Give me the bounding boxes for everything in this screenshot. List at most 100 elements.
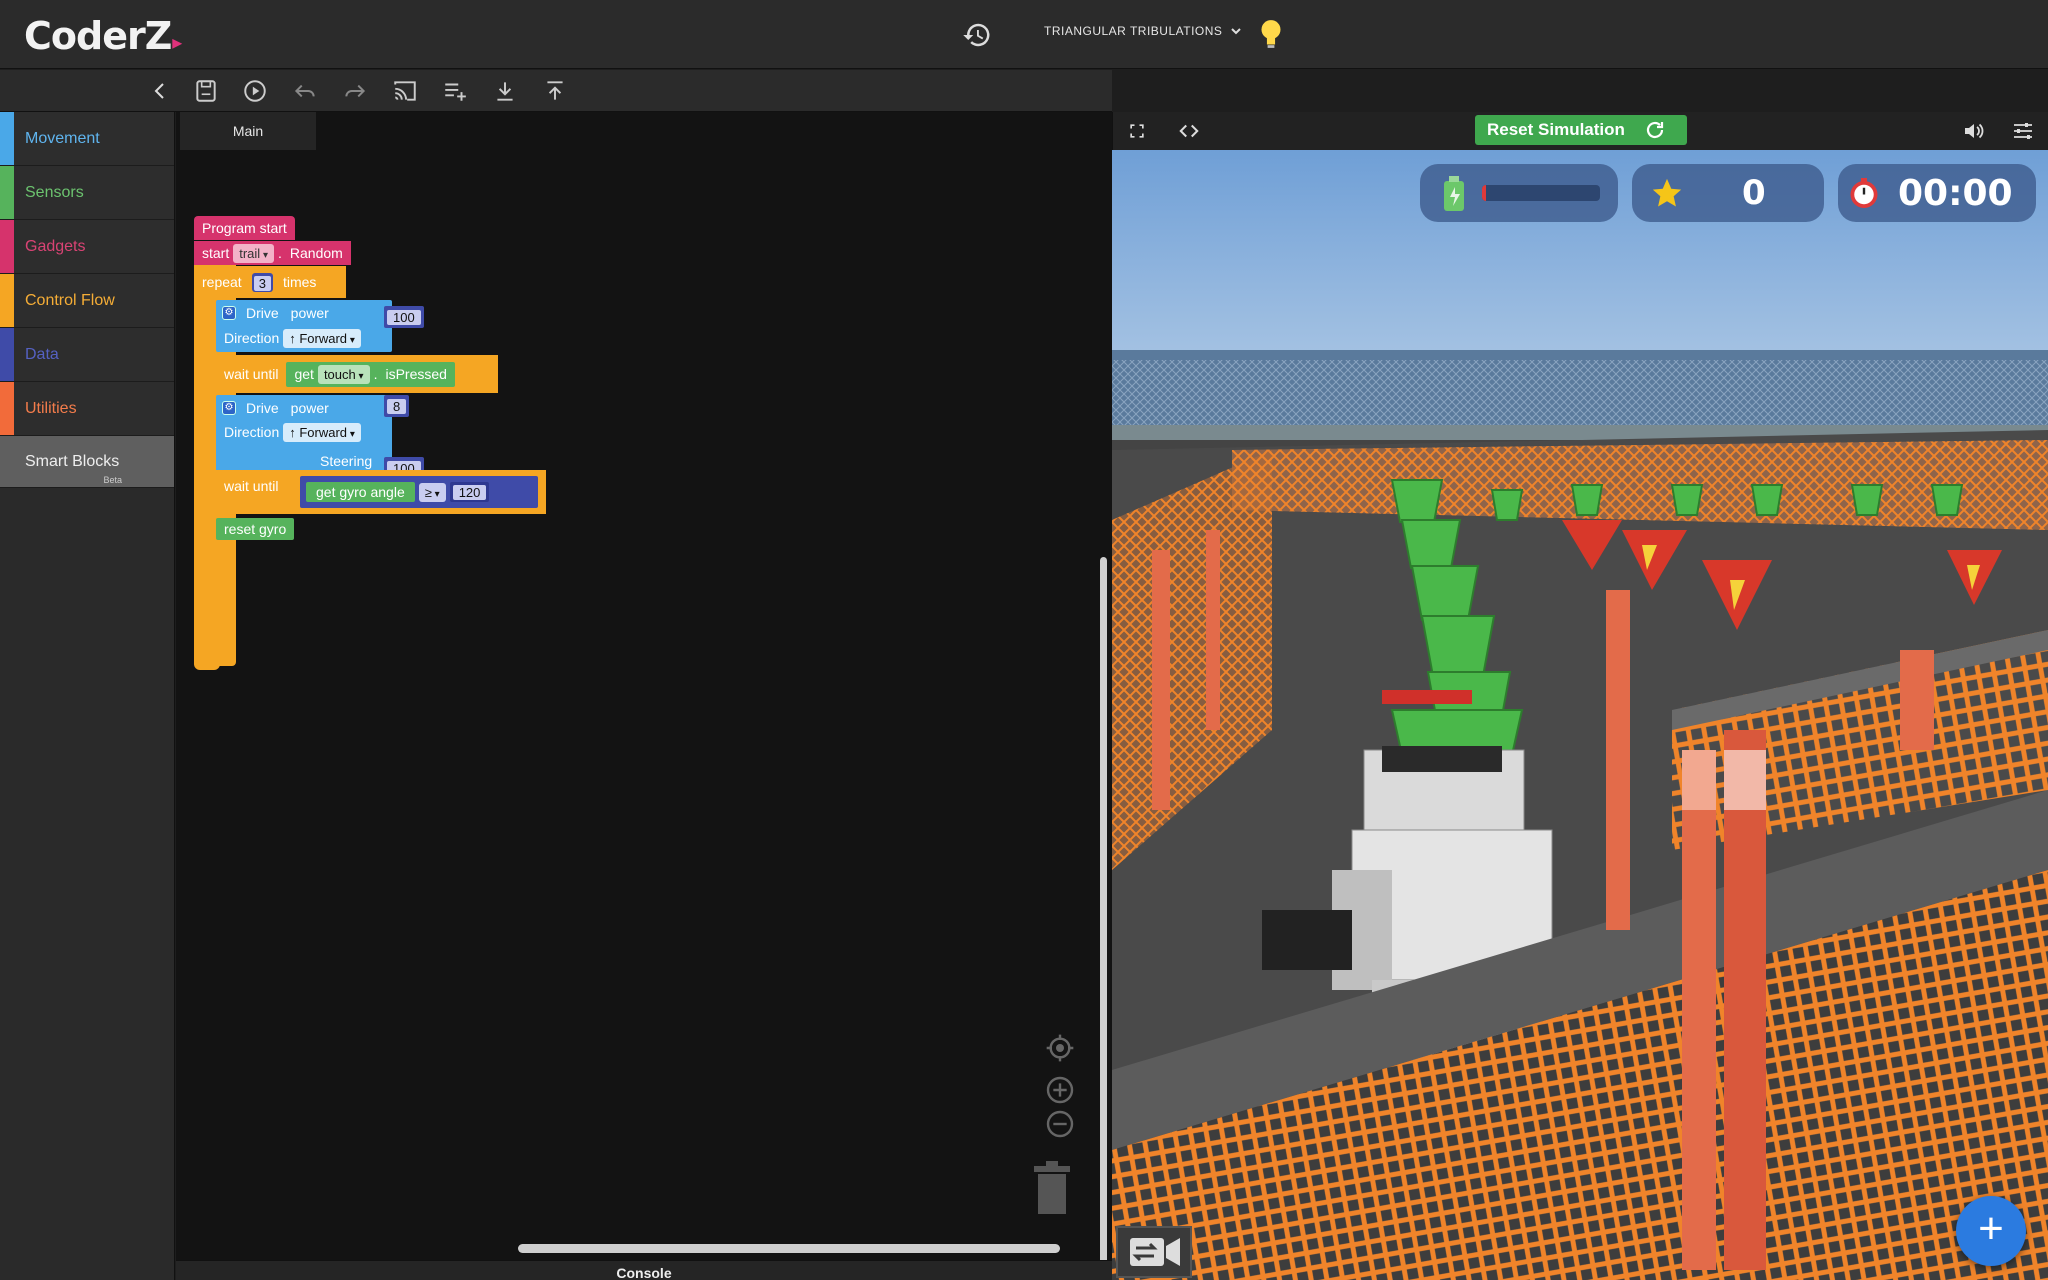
add-list-icon[interactable] [442, 78, 468, 104]
get-touch-block[interactable]: get touch . isPressed [286, 361, 455, 387]
trail-dropdown[interactable]: trail [233, 243, 274, 263]
zoom-in-icon[interactable] [1044, 1074, 1076, 1106]
compare-block[interactable]: get gyro angle ≥ 120 [300, 476, 538, 508]
drive-block-2[interactable]: ⚙ Drive power Direction ↑ Forward Steeri… [216, 395, 392, 479]
sidebar-item-label: Gadgets [25, 237, 86, 255]
history-icon[interactable] [962, 20, 992, 50]
power-input[interactable]: 100 [387, 309, 421, 325]
gear-icon: ⚙ [222, 306, 236, 320]
tab-label: Main [232, 123, 264, 139]
sidebar-item-sensors[interactable]: Sensors [0, 166, 174, 220]
block-label: power [290, 305, 329, 321]
block-label: start [202, 245, 230, 261]
program-start-block[interactable]: Program start [194, 216, 295, 240]
sidebar-item-data[interactable]: Data [0, 328, 174, 382]
mission-dropdown[interactable]: TRIANGULAR TRIBULATIONS [1044, 24, 1242, 38]
block-label: Program start [202, 220, 287, 236]
cast-icon[interactable] [392, 78, 418, 104]
recenter-icon[interactable] [1044, 1032, 1076, 1064]
sidebar-item-label: Control Flow [25, 291, 115, 309]
simulation-viewport[interactable]: 0 00:00 [1112, 150, 2048, 1280]
editor-toolbar [0, 70, 1112, 112]
save-icon[interactable] [193, 78, 219, 104]
fullscreen-icon[interactable] [1127, 121, 1147, 141]
stopwatch-icon [1850, 178, 1878, 208]
horizontal-scrollbar[interactable] [518, 1244, 1060, 1253]
repeat-count-wrap: 3 [251, 272, 273, 292]
sidebar-item-label: Smart Blocks [25, 452, 120, 470]
sidebar-item-control-flow[interactable]: Control Flow [0, 274, 174, 328]
camera-switch-icon [1130, 1238, 1180, 1266]
gyro-threshold-input[interactable]: 120 [452, 485, 487, 500]
sidebar-item-label: Utilities [25, 399, 77, 417]
block-workspace[interactable]: Program start start trail . Random repea… [176, 112, 1112, 1280]
volume-icon[interactable] [1961, 119, 1985, 143]
star-icon [1652, 178, 1682, 207]
lightbulb-icon[interactable] [1254, 16, 1288, 54]
sidebar-item-movement[interactable]: Movement [0, 112, 174, 166]
sidebar-item-gadgets[interactable]: Gadgets [0, 220, 174, 274]
switch-camera-button[interactable] [1116, 1226, 1192, 1278]
direction-dropdown[interactable]: ↑ Forward [283, 328, 361, 348]
reset-gyro-block[interactable]: reset gyro [216, 518, 295, 540]
wait-until-block-1[interactable]: wait until get touch . isPressed [216, 355, 498, 393]
chevron-down-icon [1231, 28, 1242, 35]
battery-level-bar [1482, 185, 1600, 201]
mission-title: TRIANGULAR TRIBULATIONS [1044, 24, 1223, 38]
reset-simulation-label: Reset Simulation [1487, 120, 1625, 139]
settings-sliders-icon[interactable] [2011, 119, 2035, 143]
gyro-angle-block[interactable]: get gyro angle [306, 482, 415, 502]
upload-icon[interactable] [542, 78, 568, 104]
power-input[interactable]: 8 [387, 398, 407, 414]
beta-badge: Beta [103, 475, 122, 485]
console-label: Console [616, 1265, 672, 1280]
gear-icon: ⚙ [222, 401, 236, 415]
drive-block-1[interactable]: ⚙ Drive power Direction ↑ Forward [216, 300, 392, 352]
code-view-icon[interactable] [1177, 120, 1201, 142]
score-value: 0 [1742, 173, 1766, 213]
battery-icon [1444, 176, 1464, 211]
zoom-out-icon[interactable] [1044, 1108, 1076, 1140]
power-value-block: 100 [384, 306, 424, 328]
reset-simulation-button[interactable]: Reset Simulation [1475, 115, 1687, 145]
top-header: CoderZ▸ TRIANGULAR TRIBULATIONS [0, 0, 2048, 69]
block-program: Program start start trail . Random repea… [176, 112, 1112, 1280]
block-label: get [294, 366, 314, 382]
start-trail-block[interactable]: start trail . Random [194, 241, 351, 265]
chevron-left-icon[interactable] [148, 79, 172, 103]
block-label: wait until [224, 366, 279, 382]
trash-icon[interactable] [1032, 1160, 1072, 1216]
coderz-logo[interactable]: CoderZ▸ [24, 14, 182, 58]
block-label: power [290, 400, 329, 416]
sidebar-item-utilities[interactable]: Utilities [0, 382, 174, 436]
download-icon[interactable] [492, 78, 518, 104]
sidebar-item-label: Data [25, 345, 59, 363]
block-label: isPressed [385, 366, 447, 382]
timer-hud: 00:00 [1838, 164, 2036, 222]
battery-hud [1420, 164, 1618, 222]
sidebar-item-smart-blocks[interactable]: Smart Blocks Beta [0, 436, 174, 488]
add-button[interactable]: + [1956, 1196, 2026, 1266]
tab-main[interactable]: Main [180, 112, 316, 150]
operator-dropdown[interactable]: ≥ [418, 482, 446, 502]
console-bar[interactable]: Console [176, 1260, 1112, 1280]
block-label: wait until [224, 478, 279, 494]
redo-icon[interactable] [342, 78, 368, 104]
block-label: Drive [246, 400, 279, 416]
direction-dropdown[interactable]: ↑ Forward [283, 422, 361, 442]
sensor-dropdown[interactable]: touch [317, 364, 370, 384]
block-label: reset gyro [224, 521, 287, 537]
repeat-block[interactable]: repeat 3 times [194, 266, 346, 298]
block-label: Drive [246, 305, 279, 321]
play-icon[interactable] [242, 78, 268, 104]
battery-fill [1482, 185, 1486, 201]
repeat-count-input[interactable]: 3 [253, 275, 271, 291]
3d-arena-scene [1112, 150, 2048, 1280]
undo-icon[interactable] [292, 78, 318, 104]
sidebar-item-label: Sensors [25, 183, 84, 201]
block-label: Direction [224, 424, 280, 440]
block-category-sidebar: Movement Sensors Gadgets Control Flow Da… [0, 112, 175, 1280]
block-label: Random [289, 245, 343, 261]
vertical-scrollbar[interactable] [1100, 557, 1107, 1280]
block-label: Steering [320, 453, 373, 469]
